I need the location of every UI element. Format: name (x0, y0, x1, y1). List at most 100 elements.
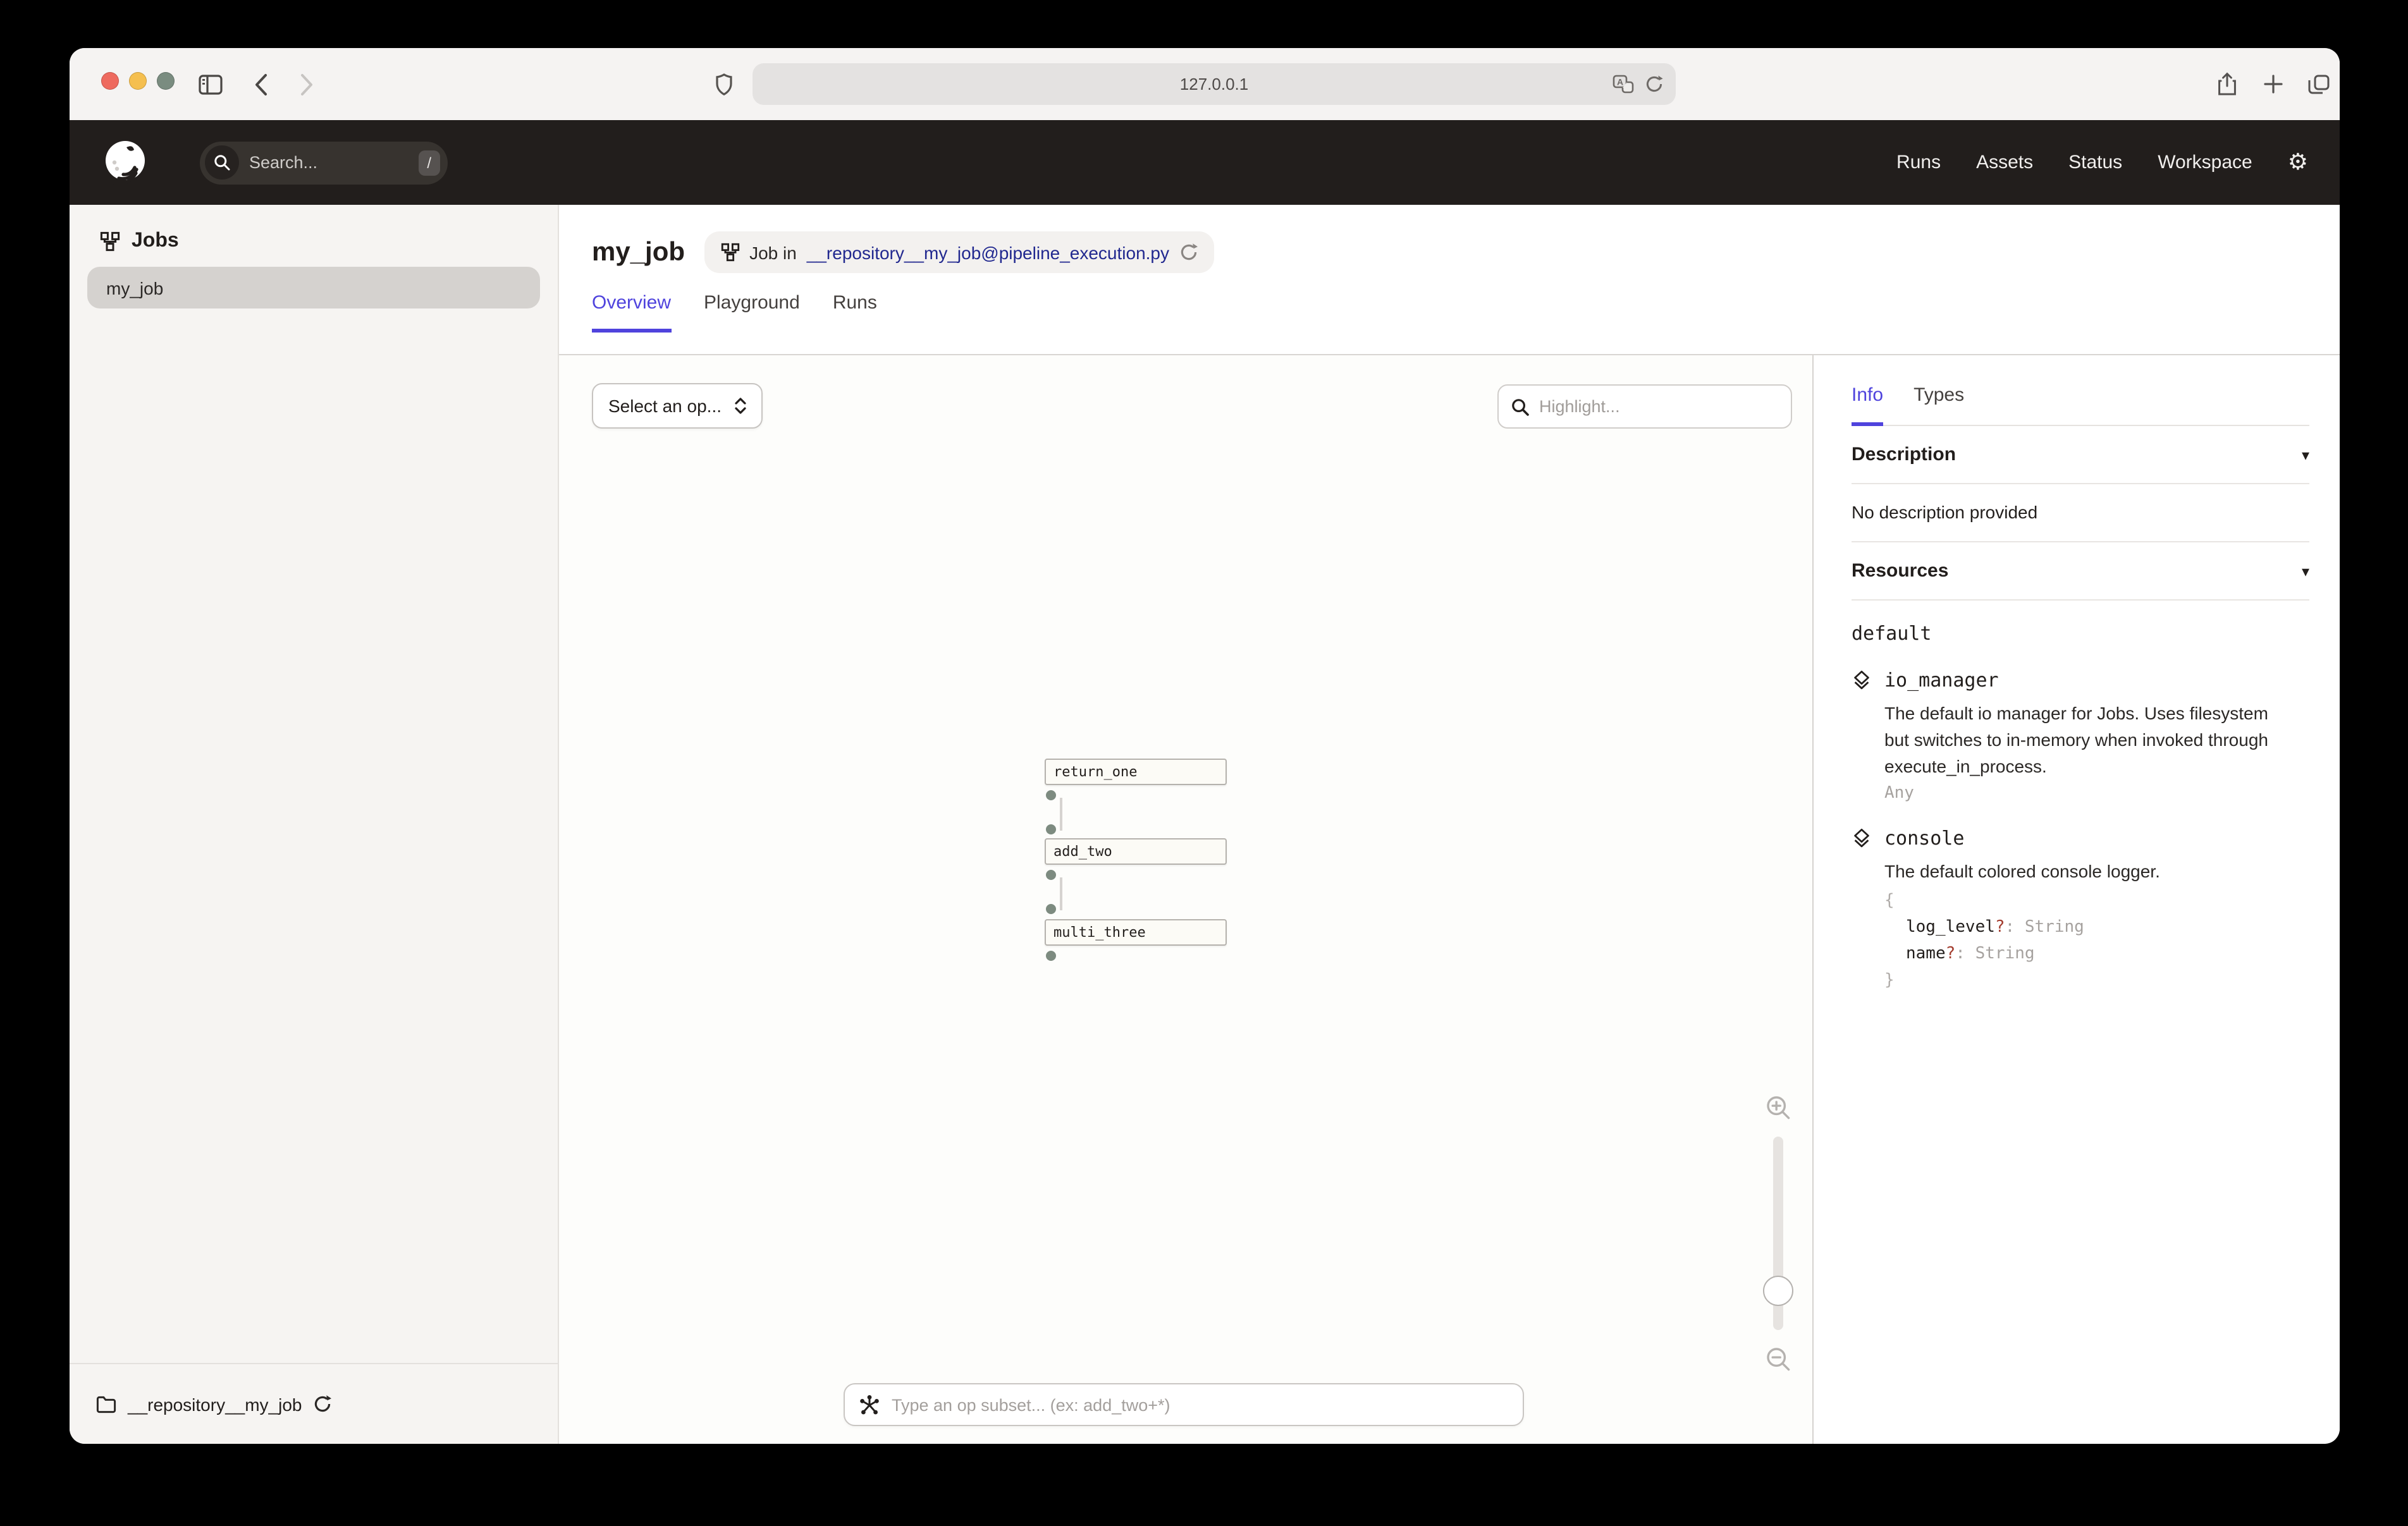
section-title: Resources (1852, 560, 1948, 582)
section-title: Description (1852, 444, 1956, 465)
caret-updown-icon (734, 397, 746, 415)
reload-icon[interactable] (1645, 75, 1663, 94)
resource-description: The default io manager for Jobs. Uses fi… (1884, 700, 2297, 780)
resource-name: console (1884, 827, 1964, 850)
description-section-header[interactable]: Description ▾ (1852, 426, 2309, 484)
address-bar[interactable]: 127.0.0.1 A (752, 63, 1676, 105)
resource-description: The default colored console logger. (1884, 858, 2297, 885)
reload-repository-icon[interactable] (314, 1395, 331, 1413)
config-brace-open: { (1884, 888, 2309, 914)
job-tag-prefix: Job in (749, 242, 797, 262)
op-subset-filter[interactable] (844, 1383, 1524, 1426)
input-port (1046, 904, 1056, 914)
job-tabs: Overview Playground Runs (592, 292, 2307, 333)
nav-assets[interactable]: Assets (1976, 152, 2033, 173)
op-selector-icon (859, 1394, 880, 1415)
repository-name: __repository__my_job (128, 1394, 302, 1414)
search-icon (205, 145, 239, 180)
tab-types[interactable]: Types (1914, 384, 1964, 426)
resource-name: io_manager (1884, 669, 1999, 692)
tab-playground[interactable]: Playground (704, 292, 800, 333)
settings-gear-icon[interactable]: ⚙ (2288, 151, 2308, 174)
zoom-in-icon[interactable] (1766, 1095, 1791, 1120)
nav-runs[interactable]: Runs (1896, 152, 1941, 173)
new-tab-icon[interactable] (2258, 48, 2288, 120)
search-shortcut-badge: / (418, 150, 440, 175)
job-origin-tag: Job in __repository__my_job@pipeline_exe… (704, 231, 1213, 273)
edge-add-two-multi-three (1060, 877, 1062, 910)
browser-window: 127.0.0.1 A (70, 48, 2340, 1444)
global-search[interactable]: / (200, 141, 448, 184)
highlight-search[interactable] (1497, 384, 1792, 429)
info-panel: Info Types Description ▾ No description … (1812, 355, 2340, 1444)
op-node-add-two[interactable]: add_two (1045, 838, 1227, 865)
sidebar-item-my-job[interactable]: my_job (87, 267, 540, 308)
resource-io-manager: io_manager The default io manager for Jo… (1852, 669, 2309, 803)
tab-runs[interactable]: Runs (833, 292, 877, 333)
op-node-multi-three[interactable]: multi_three (1045, 919, 1227, 946)
close-window-button[interactable] (101, 72, 119, 90)
workflow-icon (100, 231, 120, 252)
op-node-return-one[interactable]: return_one (1045, 759, 1227, 785)
job-item-label: my_job (106, 278, 163, 298)
resource-group-name: default (1852, 622, 2309, 645)
tab-info[interactable]: Info (1852, 384, 1883, 426)
sidebar-title: Jobs (132, 230, 179, 253)
resource-type: Any (1884, 784, 2309, 803)
traffic-lights (101, 72, 175, 90)
edge-return-one-add-two (1060, 798, 1062, 831)
info-panel-tabs: Info Types (1852, 355, 2309, 426)
output-port (1046, 951, 1056, 961)
screen: 127.0.0.1 A (0, 0, 2408, 1526)
config-field-log-level: log_level?: String (1884, 914, 2309, 941)
minimize-window-button[interactable] (129, 72, 147, 90)
config-brace-close: } (1884, 967, 2309, 994)
folder-icon (96, 1395, 116, 1413)
config-field-name: name?: String (1884, 941, 2309, 967)
reload-job-icon[interactable] (1179, 243, 1197, 262)
back-button[interactable] (247, 48, 274, 120)
forward-button[interactable] (292, 48, 320, 120)
collapse-caret-icon: ▾ (2302, 562, 2309, 580)
app-header: / Runs Assets Status Workspace ⚙ (70, 120, 2340, 205)
zoom-out-icon[interactable] (1766, 1346, 1791, 1372)
url-text: 127.0.0.1 (1180, 75, 1248, 94)
resource-console: console The default colored console logg… (1852, 827, 2309, 994)
highlight-input[interactable] (1539, 397, 1778, 416)
op-graph-canvas[interactable]: Select an op... return_on (559, 355, 1812, 1444)
privacy-shield-icon[interactable] (710, 48, 737, 120)
zoom-slider-handle[interactable] (1763, 1276, 1793, 1306)
zoom-slider-track[interactable] (1773, 1137, 1783, 1330)
app-nav: Runs Assets Status Workspace ⚙ (1896, 151, 2308, 174)
input-port (1046, 824, 1056, 834)
output-port (1046, 790, 1056, 800)
share-icon[interactable] (2212, 48, 2242, 120)
zoom-control (1762, 1095, 1795, 1372)
search-input[interactable] (249, 153, 408, 172)
translate-icon[interactable]: A (1612, 75, 1634, 94)
output-port (1046, 870, 1056, 880)
workflow-icon (720, 243, 739, 262)
browser-chrome: 127.0.0.1 A (70, 48, 2340, 120)
nav-status[interactable]: Status (2068, 152, 2122, 173)
svg-text:A: A (1617, 76, 1623, 87)
page-title: my_job (592, 237, 685, 267)
resources-section-header[interactable]: Resources ▾ (1852, 542, 2309, 601)
tab-overview-icon[interactable] (2303, 48, 2333, 120)
tab-overview[interactable]: Overview (592, 292, 671, 333)
resource-diamond-icon (1852, 670, 1872, 690)
jobs-sidebar: Jobs my_job __repository__my_job (70, 205, 559, 1444)
search-icon (1511, 398, 1529, 415)
sidebar-toggle-icon[interactable] (196, 48, 224, 120)
zoom-window-button[interactable] (157, 72, 175, 90)
resource-config-schema: { log_level?: String name?: String } (1884, 888, 2309, 994)
dagster-logo[interactable] (101, 138, 149, 186)
description-body: No description provided (1852, 484, 2309, 542)
job-header: my_job Job in __repository__my_job@pipel… (559, 205, 2340, 355)
job-origin-link[interactable]: __repository__my_job@pipeline_execution.… (807, 242, 1169, 262)
nav-workspace[interactable]: Workspace (2158, 152, 2252, 173)
repository-footer[interactable]: __repository__my_job (70, 1363, 558, 1444)
op-subset-input[interactable] (892, 1395, 1509, 1414)
resource-diamond-icon (1852, 828, 1872, 848)
op-select-dropdown[interactable]: Select an op... (592, 383, 762, 429)
